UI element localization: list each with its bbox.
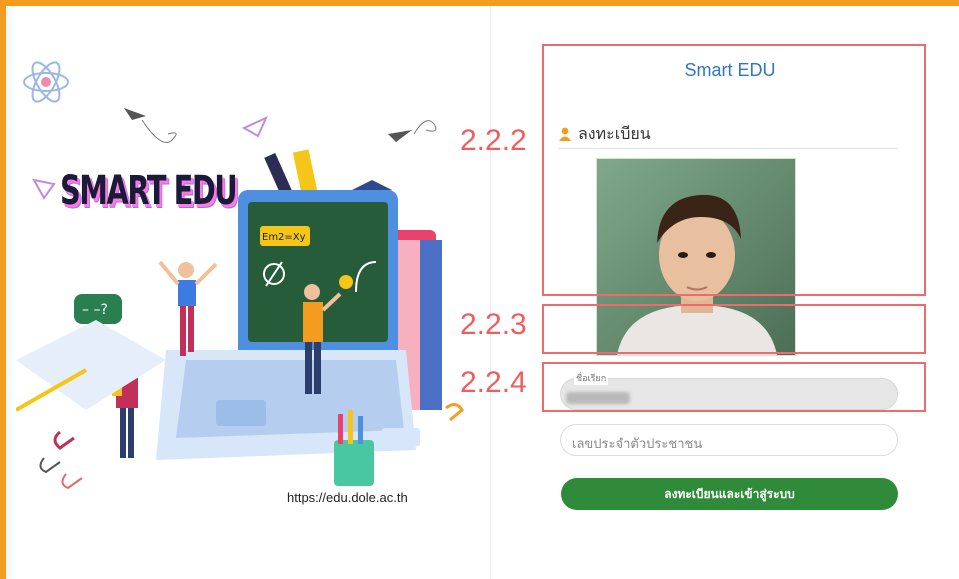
paper-plane-icon (388, 130, 412, 142)
paperclip-icon (39, 457, 61, 474)
annotation-label-2-2-3: 2.2.3 (460, 308, 527, 341)
chalkboard-text: Em2=Xy (262, 232, 306, 243)
paper-plane-icon (124, 108, 146, 120)
annotation-label-2-2-2: 2.2.2 (460, 124, 527, 157)
site-url: https://edu.dole.ac.th (287, 490, 408, 505)
student-figure (158, 260, 218, 356)
national-id-placeholder: เลขประจำตัวประชาชน (572, 437, 703, 452)
svg-text:– –?: – –? (82, 302, 108, 318)
lightbulb-icon (339, 275, 353, 289)
pencil-cup (334, 440, 374, 486)
top-border (0, 0, 959, 6)
smart-edu-illustration: Em2=Xy – –? (16, 61, 464, 490)
smart-edu-logo: SMART EDU (60, 168, 238, 214)
paper-plane-icon (241, 116, 268, 138)
panel-divider (490, 6, 491, 579)
annotation-box-2-2-3 (542, 304, 926, 354)
left-shade (6, 6, 16, 579)
annotation-label-2-2-4: 2.2.4 (460, 366, 527, 399)
speech-bubble: – –? (74, 294, 122, 324)
atom-icon (23, 61, 69, 103)
paper-plane-icon (32, 178, 56, 200)
eraser (382, 428, 420, 446)
register-login-button[interactable]: ลงทะเบียนและเข้าสู่ระบบ (561, 478, 898, 510)
paperclip-icon (445, 403, 464, 422)
annotation-box-2-2-2 (542, 44, 926, 296)
annotation-box-2-2-4 (542, 362, 926, 412)
paperclip-icon (61, 473, 83, 490)
paperclip-icon (53, 430, 75, 450)
